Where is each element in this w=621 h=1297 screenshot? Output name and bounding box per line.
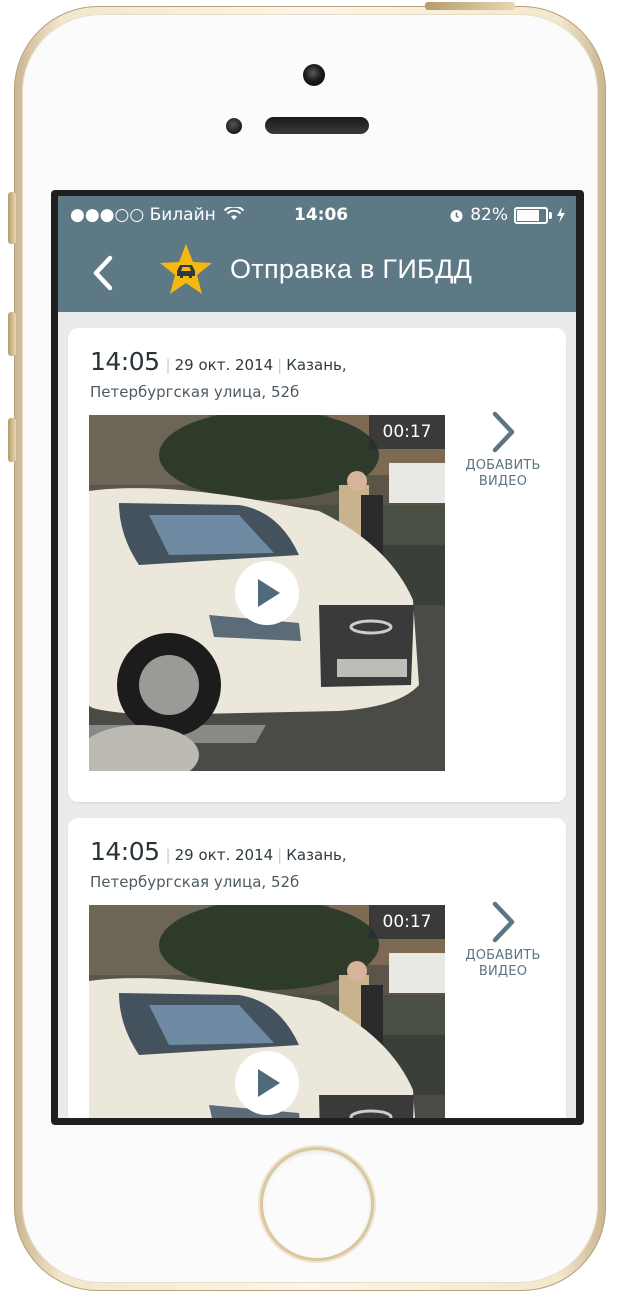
add-video-label-line1: ДОБАВИТЬ (465, 948, 541, 963)
card-header: 14:05 | 29 окт. 2014 | Казань, Петербургская… (90, 348, 470, 403)
card-city: Казань, (286, 846, 347, 864)
card-meta-line: 14:05 | 29 окт. 2014 | Казань, (90, 348, 470, 379)
status-time: 14:06 (294, 205, 349, 225)
card-meta-line: 14:05 | 29 окт. 2014 | Казань, (90, 838, 470, 869)
video-thumbnail[interactable]: 00:17 (89, 905, 445, 1118)
divider: | (277, 356, 283, 374)
status-bar: ●●●○○ Билайн 14:06 82% (58, 196, 576, 234)
violation-card: 14:05 | 29 окт. 2014 | Казань, Петербургская… (68, 818, 566, 1118)
top-bar: ●●●○○ Билайн 14:06 82% Отправка в ГИБДД (58, 196, 576, 312)
charging-bolt-icon (557, 207, 565, 223)
video-duration: 00:17 (369, 415, 445, 449)
play-icon (258, 1069, 280, 1097)
violation-card: 14:05 | 29 окт. 2014 | Казань, Петербургская… (68, 328, 566, 802)
wifi-icon (223, 205, 245, 220)
add-video-label-line2: ВИДЕО (478, 474, 528, 489)
card-time: 14:05 (90, 837, 160, 866)
app-display: ●●●○○ Билайн 14:06 82% Отправка в ГИБДД … (58, 196, 576, 1118)
add-video-button[interactable]: ДОБАВИТЬ ВИДЕО (453, 900, 553, 980)
carrier-label: ●●●○○ Билайн (70, 205, 245, 225)
play-button[interactable] (235, 1051, 299, 1115)
card-header: 14:05 | 29 окт. 2014 | Казань, Петербургская… (90, 838, 470, 893)
card-address: Петербургская улица, 52б (90, 873, 300, 891)
chevron-right-icon (492, 411, 515, 453)
power-button (425, 2, 515, 10)
front-camera-icon (303, 64, 325, 86)
divider: | (165, 846, 171, 864)
add-video-label: ДОБАВИТЬ ВИДЕО (453, 458, 553, 490)
play-button[interactable] (235, 561, 299, 625)
earpiece-speaker (265, 117, 369, 134)
screen: ●●●○○ Билайн 14:06 82% Отправка в ГИБДД … (51, 190, 584, 1125)
page-title: Отправка в ГИБДД (230, 254, 473, 284)
star-car-icon (160, 244, 212, 294)
add-video-button[interactable]: ДОБАВИТЬ ВИДЕО (453, 410, 553, 490)
card-address: Петербургская улица, 52б (90, 383, 300, 401)
chevron-right-icon (492, 901, 515, 943)
card-time: 14:05 (90, 347, 160, 376)
card-date: 29 окт. 2014 (174, 846, 274, 864)
add-video-label-line1: ДОБАВИТЬ (465, 458, 541, 473)
carrier-text: ●●●○○ Билайн (70, 205, 216, 225)
chevron-left-icon (93, 255, 113, 291)
battery-percent: 82% (470, 205, 508, 225)
volume-down-button (8, 418, 16, 462)
alarm-icon (450, 209, 463, 222)
mute-switch (8, 192, 16, 244)
divider: | (165, 356, 171, 374)
card-date: 29 окт. 2014 (174, 356, 274, 374)
volume-up-button (8, 312, 16, 356)
battery-icon (514, 206, 552, 224)
back-button[interactable] (84, 254, 122, 292)
play-icon (258, 579, 280, 607)
navigation-bar: Отправка в ГИБДД (58, 234, 576, 312)
divider: | (277, 846, 283, 864)
video-duration: 00:17 (369, 905, 445, 939)
add-video-label-line2: ВИДЕО (478, 964, 528, 979)
status-right: 82% (449, 205, 566, 225)
home-button[interactable] (263, 1150, 371, 1258)
card-city: Казань, (286, 356, 347, 374)
video-thumbnail[interactable]: 00:17 (89, 415, 445, 771)
add-video-label: ДОБАВИТЬ ВИДЕО (453, 948, 553, 980)
proximity-sensor-icon (226, 118, 242, 134)
